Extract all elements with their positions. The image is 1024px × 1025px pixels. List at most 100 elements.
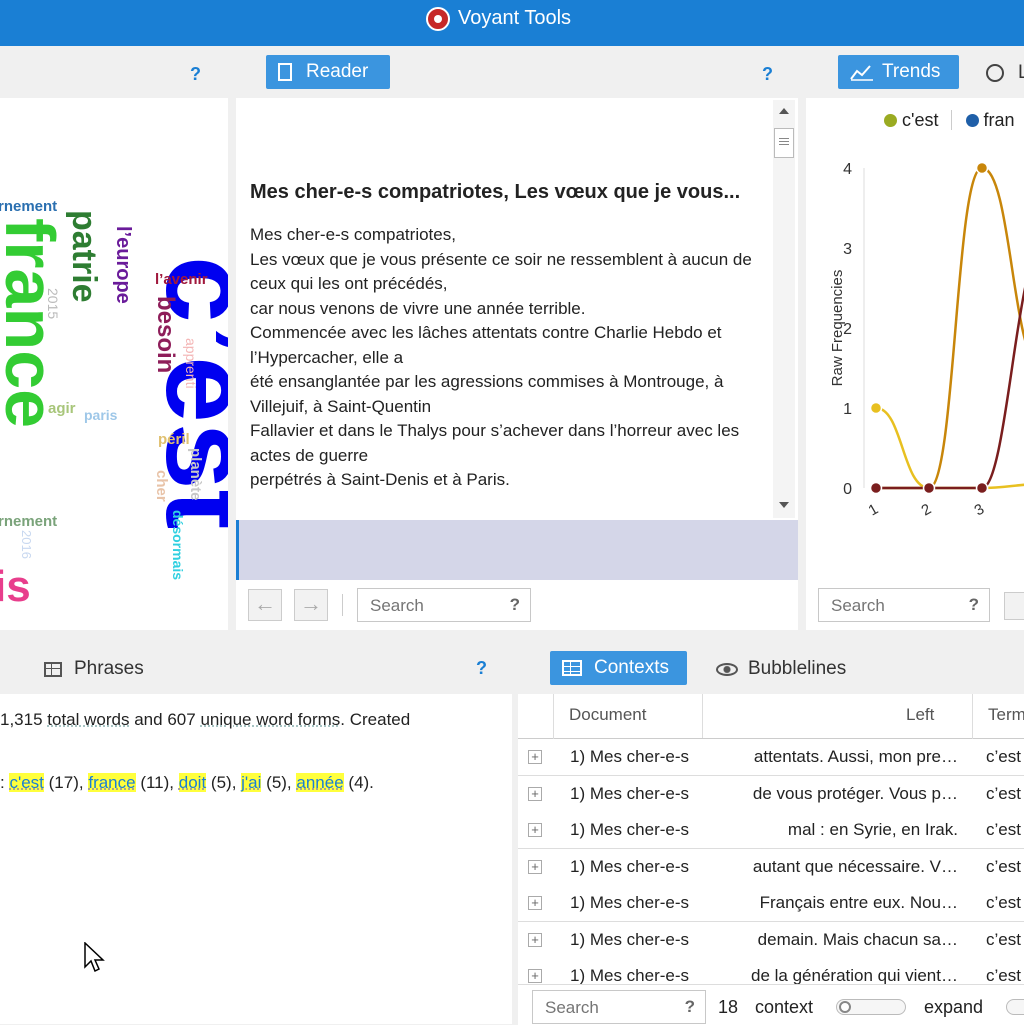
cloud-word[interactable]: 2015 [45, 288, 61, 319]
reader-search-field[interactable]: ? [357, 588, 531, 622]
contexts-search-input[interactable] [543, 997, 667, 1019]
cloud-word[interactable]: l’europe [112, 226, 134, 304]
cloud-word[interactable]: désormais [170, 510, 186, 580]
column-header-document[interactable]: Document [569, 705, 646, 725]
contexts-search-help-icon[interactable]: ? [685, 997, 695, 1017]
reader-scrollbar[interactable] [773, 100, 795, 518]
series-line [876, 168, 1024, 488]
reader-help-icon[interactable]: ? [762, 64, 773, 85]
column-header-term[interactable]: Term [988, 705, 1024, 725]
scroll-up-icon[interactable] [779, 108, 789, 114]
trends-search-field[interactable]: ? [818, 588, 990, 622]
x-tick-label: 2 [919, 501, 935, 520]
table-row[interactable]: +1) Mes cher-e-s mal : en Syrie, en Irak.… [518, 812, 1024, 849]
expand-label: expand [924, 997, 983, 1018]
frequent-term-link[interactable]: c'est [9, 773, 43, 792]
expand-row-icon[interactable]: + [528, 787, 542, 801]
table-row[interactable]: +1) Mes cher-e-s attentats. Aussi, mon pr… [518, 739, 1024, 776]
table-icon [562, 660, 582, 676]
toolbar-divider [342, 594, 343, 616]
trends-panel: 0 1 2 3 4 Raw Frequencies 1 2 3 [806, 98, 1024, 630]
cloud-word[interactable]: is [0, 562, 31, 611]
table-row[interactable]: +1) Mes cher-e-s Français entre eux. Nou…… [518, 885, 1024, 922]
cloud-word-besoin[interactable]: besoin [152, 296, 179, 373]
reader-search-input[interactable] [368, 595, 492, 617]
reader-document-strip[interactable] [236, 520, 798, 580]
cloud-word[interactable]: cher [153, 470, 170, 502]
expand-row-icon[interactable]: + [528, 933, 542, 947]
row-document: 1) Mes cher-e-s [570, 966, 695, 986]
cloud-word[interactable]: l’avenir [155, 271, 208, 288]
row-term: c’est [986, 930, 1021, 950]
total-words-label: total words [47, 710, 129, 729]
expand-row-icon[interactable]: + [528, 750, 542, 764]
context-slider-thumb[interactable] [839, 1001, 851, 1013]
cloud-word[interactable]: rnement [0, 513, 57, 530]
next-arrow-icon[interactable]: → [294, 589, 328, 621]
trends-chart: 01234Raw Frequencies1 2 3 [806, 98, 1024, 630]
frequent-term-link[interactable]: france [88, 773, 135, 792]
row-term: c’est [986, 857, 1021, 877]
summary-help-icon[interactable]: ? [476, 658, 487, 679]
summary-line-terms: : c'est (17), france (11), doit (5), j'a… [0, 773, 510, 793]
trends-search-help-icon[interactable]: ? [969, 595, 979, 615]
tab-phrases[interactable]: Phrases [44, 656, 144, 682]
cloud-word-patrie[interactable]: patrie [65, 210, 103, 303]
expand-row-icon[interactable]: + [528, 896, 542, 910]
tab-bubblelines[interactable]: Bubblelines [716, 656, 846, 682]
expand-row-icon[interactable]: + [528, 823, 542, 837]
frequent-term-link[interactable]: année [296, 773, 343, 792]
expand-slider[interactable] [1006, 999, 1024, 1015]
row-term: c’est [986, 893, 1021, 913]
row-document: 1) Mes cher-e-s [570, 747, 695, 767]
trends-options-button[interactable] [1004, 592, 1024, 620]
tab-trends[interactable]: Trends [838, 55, 959, 89]
cloud-word[interactable]: apprenti [183, 338, 199, 389]
row-left-context: Français entre eux. Nou… [708, 893, 958, 913]
cloud-word[interactable]: agir [48, 400, 76, 417]
y-tick-label: 1 [843, 401, 852, 418]
contexts-search-field[interactable]: ? [532, 990, 706, 1024]
trends-legend: c'est fran [884, 110, 1015, 131]
reader-line: été ensanglantée par les agressions comm… [250, 370, 770, 419]
document-icon [278, 63, 292, 81]
trends-search-input[interactable] [829, 595, 953, 617]
scroll-thumb[interactable] [774, 128, 794, 158]
y-tick-label: 4 [843, 161, 852, 178]
previous-arrow-icon[interactable]: ← [248, 589, 282, 621]
table-row[interactable]: +1) Mes cher-e-s autant que nécessaire. V… [518, 849, 1024, 886]
cloud-word[interactable]: paris [84, 407, 118, 423]
context-slider[interactable] [836, 999, 906, 1015]
legend-item[interactable]: fran [984, 110, 1015, 130]
cloud-word[interactable]: planète [187, 448, 204, 501]
scroll-down-icon[interactable] [779, 502, 789, 508]
table-row[interactable]: +1) Mes cher-e-s demain. Mais chacun sa… c… [518, 922, 1024, 959]
tab-links[interactable]: L [986, 60, 1024, 86]
summary-panel [0, 694, 512, 1024]
row-term: c’est [986, 820, 1021, 840]
cloud-word-france[interactable]: france [0, 218, 69, 428]
expand-row-icon[interactable]: + [528, 860, 542, 874]
table-row[interactable]: +1) Mes cher-e-s de vous protéger. Vous p… [518, 776, 1024, 813]
tab-reader[interactable]: Reader [266, 55, 390, 89]
frequent-term-link[interactable]: j'ai [241, 773, 261, 792]
legend-item[interactable]: c'est [902, 110, 938, 130]
legend-dot-icon [966, 114, 979, 127]
column-header-left[interactable]: Left [906, 705, 934, 725]
tab-contexts[interactable]: Contexts [550, 651, 687, 685]
row-term: c’est [986, 747, 1021, 767]
tab-trends-label: Trends [882, 61, 940, 83]
data-point [977, 483, 988, 494]
reader-line: Mes cher-e-s compatriotes, [250, 223, 770, 248]
reader-search-help-icon[interactable]: ? [510, 595, 520, 615]
reader-text: Mes cher-e-s compatriotes, Les vœux que … [250, 180, 770, 518]
cloud-word[interactable]: rnement [0, 198, 57, 215]
cirrus-help-icon[interactable]: ? [190, 64, 201, 85]
contexts-table-header: Document Left Term [518, 694, 1024, 739]
cloud-word[interactable]: 2016 [19, 530, 34, 559]
line-chart-icon [850, 63, 874, 81]
data-point [871, 483, 882, 494]
frequent-term-link[interactable]: doit [179, 773, 206, 792]
expand-row-icon[interactable]: + [528, 969, 542, 983]
cloud-word[interactable]: péril [158, 431, 190, 448]
